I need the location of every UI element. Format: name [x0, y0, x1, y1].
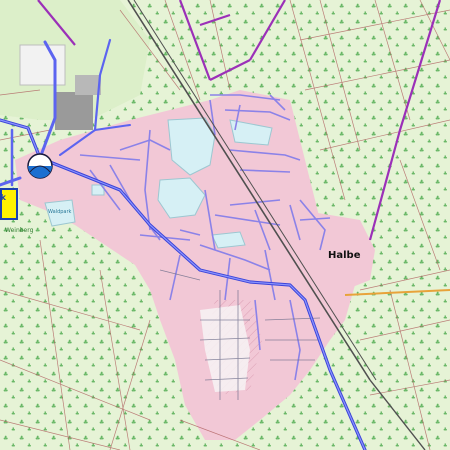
industrial-block-3 — [19, 44, 66, 86]
route-sign-line-2: n — [0, 205, 2, 214]
place-label-waldpark: Waldpark — [48, 209, 72, 215]
route-sign: vork n — [0, 188, 18, 220]
map-canvas[interactable]: ♣ ♣ — [0, 0, 450, 450]
town-label: Halbe — [328, 250, 361, 261]
industrial-block-1 — [55, 92, 93, 130]
place-label-weinberg: Weinberg — [5, 227, 34, 234]
poi-marker[interactable] — [27, 153, 53, 179]
map-view[interactable]: ♣ ♣ — [0, 0, 450, 450]
lake-small — [211, 231, 246, 249]
route-sign-line-1: vork — [0, 193, 6, 202]
industrial-block-2 — [75, 75, 101, 95]
